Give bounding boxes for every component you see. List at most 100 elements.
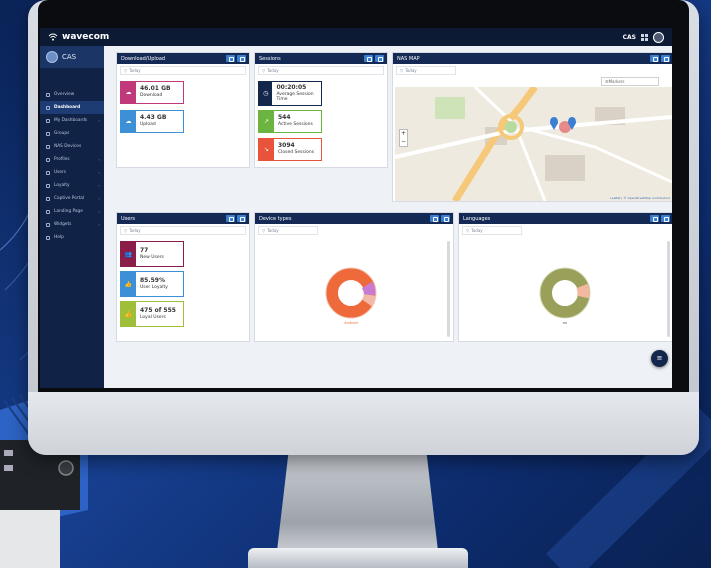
panel-header: Download/Upload <box>117 53 249 64</box>
date-filter[interactable]: ▽ Today <box>462 226 522 235</box>
sidebar-item-loyalty[interactable]: Loyalty › <box>40 179 104 192</box>
expand-icon[interactable] <box>237 55 246 62</box>
date-filter[interactable]: ▽ Today <box>120 66 246 75</box>
panel-download-upload: Download/Upload ▽ Today ☁ 46.01 GB Downloa… <box>116 52 250 168</box>
sidebar-item-captive-portal[interactable]: Captive Portal › <box>40 192 104 205</box>
panel-sessions: Sessions ▽ Today ◷ 00:20:05 Average Sessio… <box>254 52 388 168</box>
sidebar-item-groups[interactable]: Groups <box>40 127 104 140</box>
panel-header: Languages <box>459 213 672 224</box>
map-layer-select[interactable]: ☰ Markers <box>601 77 659 86</box>
sidebar-item-help[interactable]: Help <box>40 231 104 244</box>
sidebar-item-nas-devices[interactable]: NAS Devices <box>40 140 104 153</box>
apps-grid-icon[interactable] <box>641 33 648 41</box>
sidebar-item-overview[interactable]: Overview <box>40 88 104 101</box>
filter-label: Today <box>471 228 483 233</box>
chevron-right-icon: › <box>98 209 100 214</box>
clock-icon: ◷ <box>259 82 273 105</box>
panel-title: Languages <box>463 215 491 222</box>
sidebar-item-landing-page[interactable]: Landing Page › <box>40 205 104 218</box>
sidebar-item-label: Widgets <box>54 222 72 227</box>
monitor-stand-base <box>248 548 468 568</box>
stat-label: Upload <box>140 122 156 128</box>
settings-icon[interactable] <box>226 215 235 222</box>
expand-icon[interactable] <box>441 215 450 222</box>
date-filter[interactable]: ▽ Today <box>258 226 318 235</box>
trend-down-icon: ↘ <box>259 139 274 160</box>
expand-icon[interactable] <box>661 55 670 62</box>
stat-label: Closed Sessions <box>278 150 315 156</box>
settings-icon[interactable] <box>364 55 373 62</box>
menu-icon <box>46 105 50 110</box>
filter-label: Today <box>267 68 279 73</box>
menu-icon <box>46 235 50 240</box>
settings-icon[interactable] <box>650 215 659 222</box>
date-filter[interactable]: ▽ Today <box>396 66 456 75</box>
sidebar-item-my-dashboards[interactable]: My Dashboards › <box>40 114 104 127</box>
donut-label: en <box>562 321 568 325</box>
chevron-right-icon: › <box>98 118 100 123</box>
sidebar-item-dashboard[interactable]: Dashboard <box>40 101 104 114</box>
scrollbar[interactable] <box>667 241 670 337</box>
sidebar-item-label: Captive Portal <box>54 196 85 201</box>
menu-icon <box>46 144 50 149</box>
floating-menu-button[interactable]: ≡ <box>651 350 668 367</box>
menu-icon <box>46 183 50 188</box>
filter-label: Today <box>129 228 141 233</box>
menu-icon <box>46 131 50 136</box>
stat-label: Download <box>140 93 163 99</box>
expand-icon[interactable] <box>375 55 384 62</box>
sidebar-header[interactable]: CAS <box>40 46 104 68</box>
account-name[interactable]: CAS <box>623 34 636 41</box>
settings-icon[interactable] <box>430 215 439 222</box>
chevron-right-icon: › <box>98 170 100 175</box>
sidebar-item-widgets[interactable]: Widgets › <box>40 218 104 231</box>
sidebar-title: CAS <box>62 53 77 61</box>
menu-icon <box>46 118 50 123</box>
nas-map[interactable]: + − Leaflet | © OpenStreetMap contributor… <box>395 87 672 201</box>
layer-label: Markers <box>608 79 625 84</box>
panel-title: Sessions <box>259 55 281 62</box>
brand-logo[interactable]: wavecom <box>48 32 109 42</box>
panel-languages: Languages ▽ Today en <box>458 212 672 342</box>
stat-value: 475 of 555 <box>140 306 176 314</box>
chevron-right-icon: › <box>98 196 100 201</box>
map-attribution: Leaflet | © OpenStreetMap contributors <box>610 196 670 200</box>
panel-title: Device types <box>259 215 292 222</box>
sidebar-item-label: Loyalty <box>54 183 70 188</box>
avatar[interactable] <box>653 31 664 43</box>
filter-label: Today <box>267 228 279 233</box>
cloud-download-icon: ☁ <box>121 82 136 103</box>
date-filter[interactable]: ▽ Today <box>120 226 246 235</box>
stat-label: User Loyalty <box>140 284 168 290</box>
filter-icon: ▽ <box>124 68 128 73</box>
sidebar-item-users[interactable]: Users › <box>40 166 104 179</box>
sidebar-item-label: Profiles <box>54 157 70 162</box>
map-zoom-control[interactable]: + − <box>399 129 408 147</box>
settings-icon[interactable] <box>226 55 235 62</box>
stat-label: Average Session Time <box>276 91 314 102</box>
stat-user-loyalty: 👍 85.59% User Loyalty <box>120 271 184 297</box>
scrollbar[interactable] <box>447 241 450 337</box>
filter-icon: ▽ <box>124 228 128 233</box>
settings-icon[interactable] <box>650 55 659 62</box>
thumbs-up-icon: 👍 <box>121 272 136 296</box>
sidebar-item-label: Groups <box>54 131 70 136</box>
expand-icon[interactable] <box>237 215 246 222</box>
stat-label: New Users <box>140 254 164 260</box>
stat-upload: ☁ 4.43 GB Upload <box>120 110 184 133</box>
menu-icon <box>46 209 50 214</box>
wifi-icon <box>48 33 58 41</box>
chevron-right-icon: › <box>98 222 100 227</box>
sidebar-item-label: Users <box>54 170 67 175</box>
sidebar-item-profiles[interactable]: Profiles › <box>40 153 104 166</box>
map-tiles <box>395 87 672 201</box>
date-filter[interactable]: ▽ Today <box>258 66 384 75</box>
stat-loyal-users: 👍 475 of 555 Loyal Users <box>120 301 184 327</box>
cas-logo-icon <box>46 51 58 63</box>
stat-value: 85.59% <box>140 276 165 284</box>
expand-icon[interactable] <box>661 215 670 222</box>
filter-icon: ▽ <box>400 68 404 73</box>
menu-icon <box>46 222 50 227</box>
panel-header: Device types <box>255 213 453 224</box>
sidebar-item-label: Dashboard <box>54 105 81 110</box>
